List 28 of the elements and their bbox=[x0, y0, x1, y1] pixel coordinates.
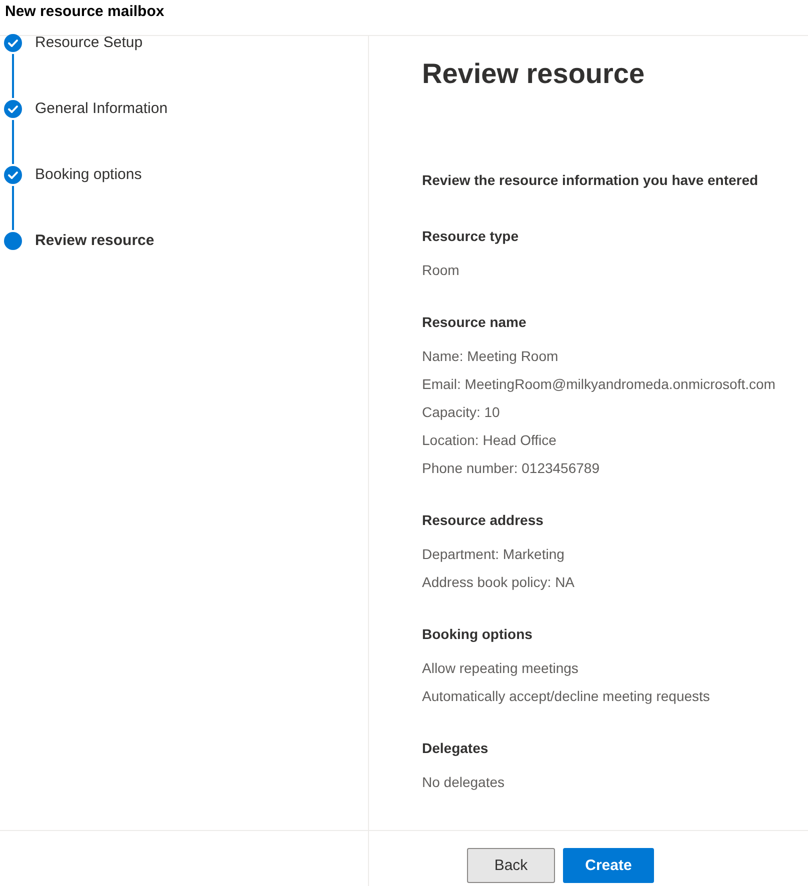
page-heading: Review resource bbox=[422, 57, 645, 91]
section-heading: Resource name bbox=[422, 313, 526, 332]
intro-text: Review the resource information you have entered bbox=[422, 171, 758, 190]
dialog-title: New resource mailbox bbox=[5, 2, 164, 22]
field-value: Location: Head Office bbox=[422, 431, 556, 450]
field-value: Name: Meeting Room bbox=[422, 347, 558, 366]
step-label[interactable]: Review resource bbox=[35, 232, 154, 250]
field-value: Email: MeetingRoom@milkyandromeda.onmicrosoft.com bbox=[422, 375, 776, 394]
field-value: Automatically accept/decline meeting requests bbox=[422, 687, 710, 706]
step-connector-line bbox=[12, 120, 14, 164]
step-label[interactable]: General Information bbox=[35, 100, 168, 118]
step-label[interactable]: Booking options bbox=[35, 166, 142, 184]
step-connector-line bbox=[12, 54, 14, 98]
field-value: Allow repeating meetings bbox=[422, 659, 578, 678]
section-heading: Booking options bbox=[422, 625, 532, 644]
step-connector-line bbox=[12, 186, 14, 230]
step-label[interactable]: Resource Setup bbox=[35, 34, 143, 52]
section-heading: Resource address bbox=[422, 511, 544, 530]
field-value: Address book policy: NA bbox=[422, 573, 575, 592]
field-value: Department: Marketing bbox=[422, 545, 564, 564]
field-value: Capacity: 10 bbox=[422, 403, 500, 422]
section-heading: Resource type bbox=[422, 227, 518, 246]
field-value: Phone number: 0123456789 bbox=[422, 459, 600, 478]
field-value: No delegates bbox=[422, 773, 505, 792]
section-heading: Delegates bbox=[422, 739, 488, 758]
create-button[interactable]: Create bbox=[563, 848, 654, 883]
back-button[interactable]: Back bbox=[467, 848, 555, 883]
field-value: Room bbox=[422, 261, 460, 280]
